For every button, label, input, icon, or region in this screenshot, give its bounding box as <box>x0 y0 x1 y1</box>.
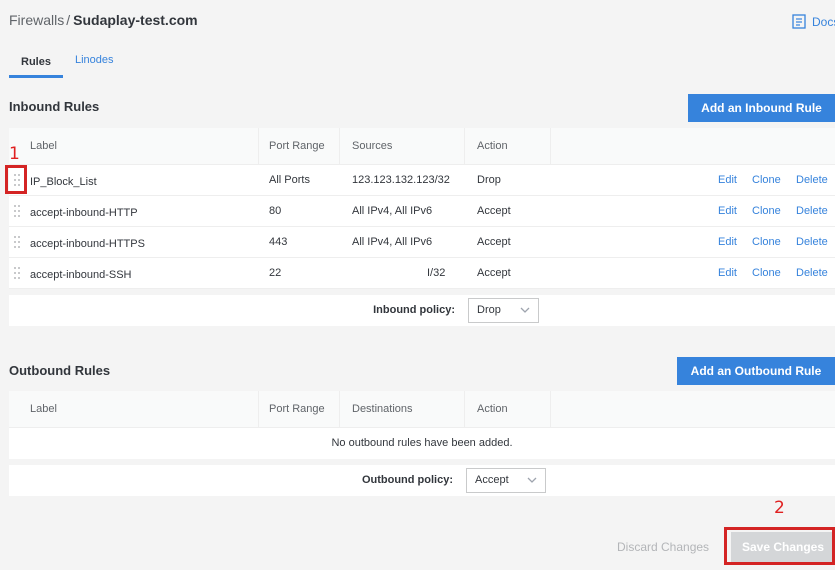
column-header-sources: Sources <box>352 140 393 152</box>
outbound-rules-title: Outbound Rules <box>9 363 111 378</box>
outbound-rules-table: Label Port Range Destinations Action No … <box>9 391 835 459</box>
rule-label: accept-inbound-HTTPS <box>30 238 145 250</box>
column-header-label: Label <box>30 403 57 415</box>
annotation-highlight-drag-handle <box>5 165 27 194</box>
drag-handle-icon[interactable] <box>14 205 22 217</box>
delete-rule-link[interactable]: Delete <box>796 227 828 257</box>
outbound-policy-value: Accept <box>475 474 509 486</box>
clone-rule-link[interactable]: Clone <box>752 227 781 257</box>
inbound-policy-bar: Inbound policy: Drop <box>9 295 835 326</box>
clone-rule-link[interactable]: Clone <box>752 258 781 288</box>
rule-sources: All IPv4, All IPv6 <box>352 236 433 248</box>
rule-port-range: 80 <box>269 205 282 217</box>
edit-rule-link[interactable]: Edit <box>718 258 737 288</box>
rule-label: accept-inbound-HTTP <box>30 207 138 219</box>
add-outbound-rule-button[interactable]: Add an Outbound Rule <box>677 357 835 385</box>
column-header-label: Label <box>30 140 57 152</box>
rule-action: Drop <box>477 174 501 186</box>
empty-outbound-message: No outbound rules have been added. <box>331 437 513 449</box>
drag-handle-icon[interactable] <box>14 267 22 279</box>
annotation-highlight-save-button <box>724 527 835 565</box>
column-header-port-range: Port Range <box>269 140 325 152</box>
outbound-table-header: Label Port Range Destinations Action <box>9 391 835 428</box>
inbound-policy-label: Inbound policy: <box>373 304 455 316</box>
docs-label: Docs <box>812 14 835 29</box>
breadcrumb-separator: / <box>66 12 71 28</box>
table-row: IP_Block_List All Ports 123.123.132.123/… <box>9 165 835 196</box>
clone-rule-link[interactable]: Clone <box>752 196 781 226</box>
delete-rule-link[interactable]: Delete <box>796 196 828 226</box>
chevron-down-icon <box>527 477 537 483</box>
rule-sources: All IPv4, All IPv6 <box>352 205 433 217</box>
discard-changes-button[interactable]: Discard Changes <box>617 540 709 554</box>
inbound-policy-value: Drop <box>477 304 501 316</box>
rule-port-range: All Ports <box>269 174 310 186</box>
page-title: Sudaplay-test.com <box>73 12 198 28</box>
edit-rule-link[interactable]: Edit <box>718 196 737 226</box>
outbound-policy-select[interactable]: Accept <box>466 468 546 493</box>
rule-port-range: 22 <box>269 267 282 279</box>
annotation-marker-2: 2 <box>774 498 785 518</box>
annotation-marker-1: 1 <box>9 144 20 164</box>
column-header-destinations: Destinations <box>352 403 413 415</box>
rule-action: Accept <box>477 205 511 217</box>
table-row: accept-inbound-HTTP 80 All IPv4, All IPv… <box>9 196 835 227</box>
table-row: accept-inbound-SSH 22 I/32 Accept Edit C… <box>9 258 835 289</box>
clone-rule-link[interactable]: Clone <box>752 165 781 195</box>
docs-link[interactable]: Docs <box>792 14 835 29</box>
column-header-action: Action <box>477 403 508 415</box>
edit-rule-link[interactable]: Edit <box>718 227 737 257</box>
inbound-rules-title: Inbound Rules <box>9 99 100 114</box>
rule-action: Accept <box>477 236 511 248</box>
rule-sources: I/32 <box>427 267 446 279</box>
chevron-down-icon <box>520 307 530 313</box>
tab-rules[interactable]: Rules <box>9 48 63 78</box>
rule-label: accept-inbound-SSH <box>30 269 132 281</box>
column-header-port-range: Port Range <box>269 403 325 415</box>
rule-action: Accept <box>477 267 511 279</box>
column-header-action: Action <box>477 140 508 152</box>
tab-bar: Rules Linodes <box>9 45 126 78</box>
delete-rule-link[interactable]: Delete <box>796 165 828 195</box>
breadcrumb: Firewalls / Sudaplay-test.com <box>9 12 198 28</box>
delete-rule-link[interactable]: Delete <box>796 258 828 288</box>
rule-port-range: 443 <box>269 236 288 248</box>
rule-sources: 123.123.132.123/32 <box>352 174 450 186</box>
breadcrumb-parent-link[interactable]: Firewalls <box>9 12 64 28</box>
add-inbound-rule-button[interactable]: Add an Inbound Rule <box>688 94 835 122</box>
edit-rule-link[interactable]: Edit <box>718 165 737 195</box>
rule-label: IP_Block_List <box>30 176 97 188</box>
inbound-policy-select[interactable]: Drop <box>468 298 539 323</box>
table-row: accept-inbound-HTTPS 443 All IPv4, All I… <box>9 227 835 258</box>
inbound-table-header: Label Port Range Sources Action <box>9 128 835 165</box>
tab-linodes[interactable]: Linodes <box>63 45 126 75</box>
drag-handle-icon[interactable] <box>14 236 22 248</box>
inbound-rules-table: Label Port Range Sources Action IP_Block… <box>9 128 835 289</box>
outbound-policy-bar: Outbound policy: Accept <box>9 465 835 496</box>
document-icon <box>792 14 806 29</box>
outbound-policy-label: Outbound policy: <box>361 474 453 486</box>
